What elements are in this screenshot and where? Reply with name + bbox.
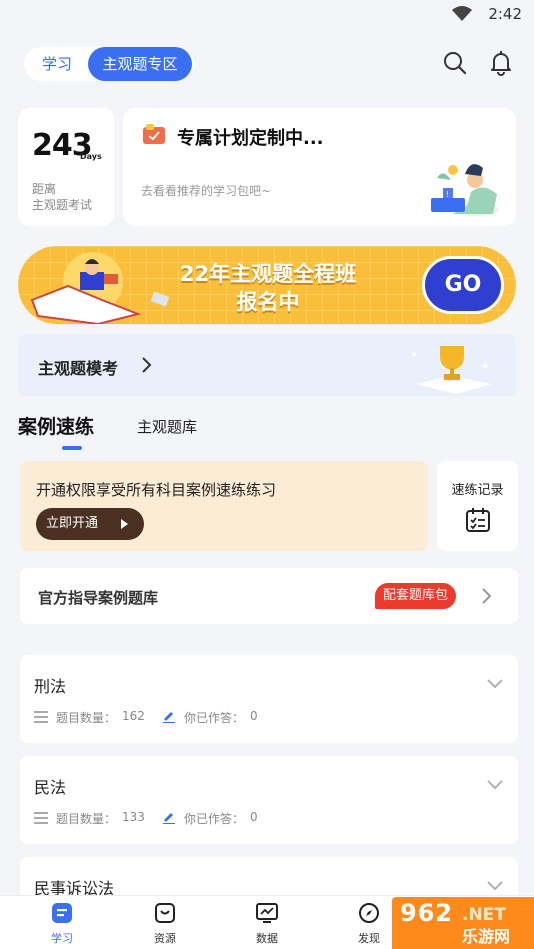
countdown-label-2: 主观题考试 bbox=[32, 198, 93, 212]
play-icon bbox=[121, 519, 128, 529]
guide-badge: 配套题库包 bbox=[375, 583, 457, 609]
unlock-button[interactable]: 立即开通 bbox=[36, 508, 144, 540]
guide-label: 官方指导案例题库 bbox=[38, 589, 159, 607]
tabbar-item-resources[interactable]: 资源 bbox=[135, 896, 195, 949]
calendar-check-icon bbox=[466, 508, 490, 532]
promo-text: 开通权限享受所有科目案例速练练习 bbox=[36, 481, 277, 499]
count-value: 162 bbox=[122, 709, 145, 723]
tabbar-item-study[interactable]: 学习 bbox=[32, 896, 92, 949]
answered-value: 0 bbox=[250, 810, 258, 824]
plan-title: 专属计划定制中... bbox=[177, 128, 324, 149]
mock-exam-card[interactable]: 主观题模考 ✦ ✦ bbox=[18, 334, 516, 396]
go-button[interactable]: GO bbox=[422, 256, 504, 314]
status-bar: 2:42 bbox=[0, 0, 534, 30]
count-label: 题目数量： bbox=[56, 711, 117, 725]
pencil-icon bbox=[163, 813, 175, 824]
practice-record-label: 速练记录 bbox=[451, 483, 504, 498]
unlock-promo-card: 开通权限享受所有科目案例速练练习 立即开通 bbox=[20, 461, 428, 551]
watermark-text-b: .NET bbox=[462, 905, 506, 925]
mode-switch: 学习 主观题专区 bbox=[24, 47, 194, 81]
watermark-logo: 962 .NET 乐游网 bbox=[392, 897, 534, 949]
content-tabs: 案例速练 主观题库 bbox=[0, 410, 534, 450]
search-icon[interactable] bbox=[442, 50, 468, 76]
tabbar-item-data[interactable]: 数据 bbox=[237, 896, 297, 949]
plan-icon bbox=[143, 124, 165, 144]
tabbar-label: 学习 bbox=[51, 932, 73, 945]
official-guide-card[interactable]: 官方指导案例题库 配套题库包 bbox=[20, 568, 518, 624]
chevron-down-icon[interactable] bbox=[486, 677, 504, 689]
banner-title: 22年主观题全程班 bbox=[179, 262, 357, 286]
course-banner[interactable]: 22年主观题全程班 报名中 GO bbox=[18, 246, 516, 324]
wifi-icon bbox=[452, 6, 472, 21]
plan-subtitle: 去看看推荐的学习包吧~ bbox=[141, 184, 272, 198]
tab-subjective-zone[interactable]: 主观题专区 bbox=[88, 47, 192, 81]
subject-name: 民法 bbox=[34, 778, 67, 797]
count-value: 133 bbox=[122, 810, 145, 824]
countdown-label-1: 距离 bbox=[32, 182, 57, 196]
unlock-button-label: 立即开通 bbox=[46, 516, 99, 531]
svg-text:✦: ✦ bbox=[480, 359, 490, 373]
answered-label: 你已作答： bbox=[184, 812, 245, 826]
subject-card[interactable]: 刑法 题目数量： 162 你已作答： 0 bbox=[20, 655, 518, 743]
tab-indicator bbox=[62, 446, 82, 450]
bell-icon[interactable] bbox=[490, 50, 512, 76]
subject-card[interactable]: 民法 题目数量： 133 你已作答： 0 bbox=[20, 756, 518, 844]
tabbar-label: 发现 bbox=[358, 932, 380, 945]
study-illustration: ! bbox=[431, 164, 499, 216]
watermark-text-a: 962 bbox=[400, 899, 454, 927]
tab-case-practice[interactable]: 案例速练 bbox=[18, 412, 94, 439]
chevron-down-icon[interactable] bbox=[486, 778, 504, 790]
answered-value: 0 bbox=[250, 709, 258, 723]
compass-icon bbox=[359, 903, 379, 923]
answered-label: 你已作答： bbox=[184, 711, 245, 725]
banner-subtitle: 报名中 bbox=[236, 290, 300, 314]
svg-text:✦: ✦ bbox=[410, 350, 418, 361]
practice-record-card[interactable]: 速练记录 bbox=[437, 461, 518, 551]
list-icon bbox=[34, 812, 48, 824]
chart-icon bbox=[256, 903, 278, 923]
tab-study[interactable]: 学习 bbox=[28, 47, 86, 81]
resource-icon bbox=[155, 903, 175, 923]
header: 学习 主观题专区 bbox=[0, 44, 534, 84]
pencil-icon bbox=[163, 712, 175, 723]
mock-exam-label: 主观题模考 bbox=[38, 359, 119, 378]
study-icon bbox=[52, 903, 72, 923]
svg-text:!: ! bbox=[446, 190, 449, 199]
status-time: 2:42 bbox=[488, 5, 522, 23]
chevron-down-icon[interactable] bbox=[486, 879, 504, 891]
tab-question-bank[interactable]: 主观题库 bbox=[137, 416, 197, 437]
tabbar-label: 资源 bbox=[154, 932, 176, 945]
list-icon bbox=[34, 711, 48, 723]
tabbar-item-discover[interactable]: 发现 bbox=[339, 896, 399, 949]
chevron-right-icon bbox=[142, 357, 152, 373]
tabbar-label: 数据 bbox=[256, 932, 278, 945]
study-plan-card[interactable]: 专属计划定制中... 去看看推荐的学习包吧~ ! bbox=[123, 108, 516, 226]
trophy-icon: ✦ ✦ bbox=[410, 346, 492, 394]
watermark-text-c: 乐游网 bbox=[462, 927, 511, 946]
subject-name: 刑法 bbox=[34, 677, 67, 696]
chevron-right-icon bbox=[482, 588, 492, 604]
countdown-card: 243 Days 距离 主观题考试 bbox=[18, 108, 114, 226]
count-label: 题目数量： bbox=[56, 812, 117, 826]
days-unit: Days bbox=[80, 152, 102, 161]
